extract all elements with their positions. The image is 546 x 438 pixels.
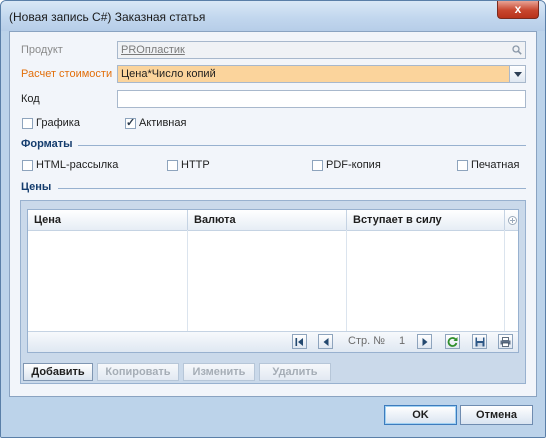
active-checkbox[interactable]: Активная — [125, 116, 187, 129]
add-button[interactable]: Добавить — [23, 363, 93, 381]
product-value: PROпластик — [121, 44, 185, 56]
cancel-button[interactable]: Отмена — [460, 405, 533, 425]
format-http-checkbox[interactable]: HTTP — [167, 159, 210, 171]
format-print-checkbox[interactable]: Печатная — [457, 159, 519, 171]
graphics-label: Графика — [36, 117, 80, 129]
format-print-box[interactable] — [457, 159, 468, 171]
prices-grid: Цена Валюта Вступает в силу Стр. № 1 — [27, 209, 519, 353]
form-panel: Продукт PROпластик Расчет стоимости Цена… — [9, 31, 537, 397]
format-html-label: HTML-рассылка — [36, 159, 119, 171]
format-pdf-box[interactable] — [312, 159, 323, 171]
product-field[interactable]: PROпластик — [117, 41, 526, 59]
grid-pager: Стр. № 1 — [28, 331, 518, 352]
prices-divider — [58, 188, 526, 189]
format-html-box[interactable] — [22, 159, 33, 171]
page-number[interactable]: 1 — [399, 335, 405, 347]
format-pdf-label: PDF-копия — [326, 159, 381, 171]
code-input[interactable] — [117, 90, 526, 108]
ok-button[interactable]: OK — [384, 405, 457, 425]
grid-divider — [504, 230, 505, 332]
grid-divider — [346, 230, 347, 332]
dialog-footer: OK Отмена — [1, 397, 545, 437]
dialog-window: (Новая запись C#) Заказная статья x Прод… — [0, 0, 546, 438]
column-effective[interactable]: Вступает в силу — [347, 210, 505, 230]
add-column-icon[interactable] — [505, 210, 519, 230]
graphics-checkbox[interactable]: Графика — [22, 117, 80, 129]
format-http-box[interactable] — [167, 159, 178, 171]
save-icon[interactable] — [472, 334, 487, 349]
column-currency[interactable]: Валюта — [188, 210, 347, 230]
close-icon: x — [514, 2, 522, 16]
prices-panel: Цена Валюта Вступает в силу Стр. № 1 Доб… — [20, 200, 526, 384]
column-price[interactable]: Цена — [28, 210, 188, 230]
calc-label: Расчет стоимости — [21, 68, 113, 80]
format-pdf-checkbox[interactable]: PDF-копия — [312, 159, 381, 171]
title-bar[interactable]: (Новая запись C#) Заказная статья x — [1, 1, 545, 31]
prices-heading: Цены — [21, 181, 52, 193]
active-label: Активная — [139, 117, 187, 129]
delete-button[interactable]: Удалить — [259, 363, 331, 381]
grid-divider — [187, 230, 188, 332]
chevron-down-icon[interactable] — [509, 66, 525, 82]
print-icon[interactable] — [498, 334, 513, 349]
graphics-box[interactable] — [22, 117, 33, 129]
search-icon[interactable] — [509, 42, 525, 58]
grid-header: Цена Валюта Вступает в силу — [28, 210, 518, 231]
calc-value: Цена*Число копий — [121, 68, 216, 80]
edit-button[interactable]: Изменить — [183, 363, 255, 381]
formats-heading: Форматы — [21, 138, 73, 150]
product-label: Продукт — [21, 44, 63, 56]
calc-select[interactable]: Цена*Число копий — [117, 65, 526, 83]
window-title: (Новая запись C#) Заказная статья — [9, 10, 206, 24]
first-page-icon[interactable] — [292, 334, 307, 349]
formats-divider — [78, 145, 526, 146]
copy-button[interactable]: Копировать — [97, 363, 179, 381]
format-html-checkbox[interactable]: HTML-рассылка — [22, 159, 118, 171]
close-button[interactable]: x — [497, 1, 539, 19]
next-page-icon[interactable] — [417, 334, 432, 349]
page-label: Стр. № — [348, 335, 386, 347]
refresh-icon[interactable] — [445, 334, 460, 349]
prev-page-icon[interactable] — [318, 334, 333, 349]
code-label: Код — [21, 93, 40, 105]
format-http-label: HTTP — [181, 159, 210, 171]
format-print-label: Печатная — [471, 159, 520, 171]
active-box[interactable] — [125, 116, 136, 129]
